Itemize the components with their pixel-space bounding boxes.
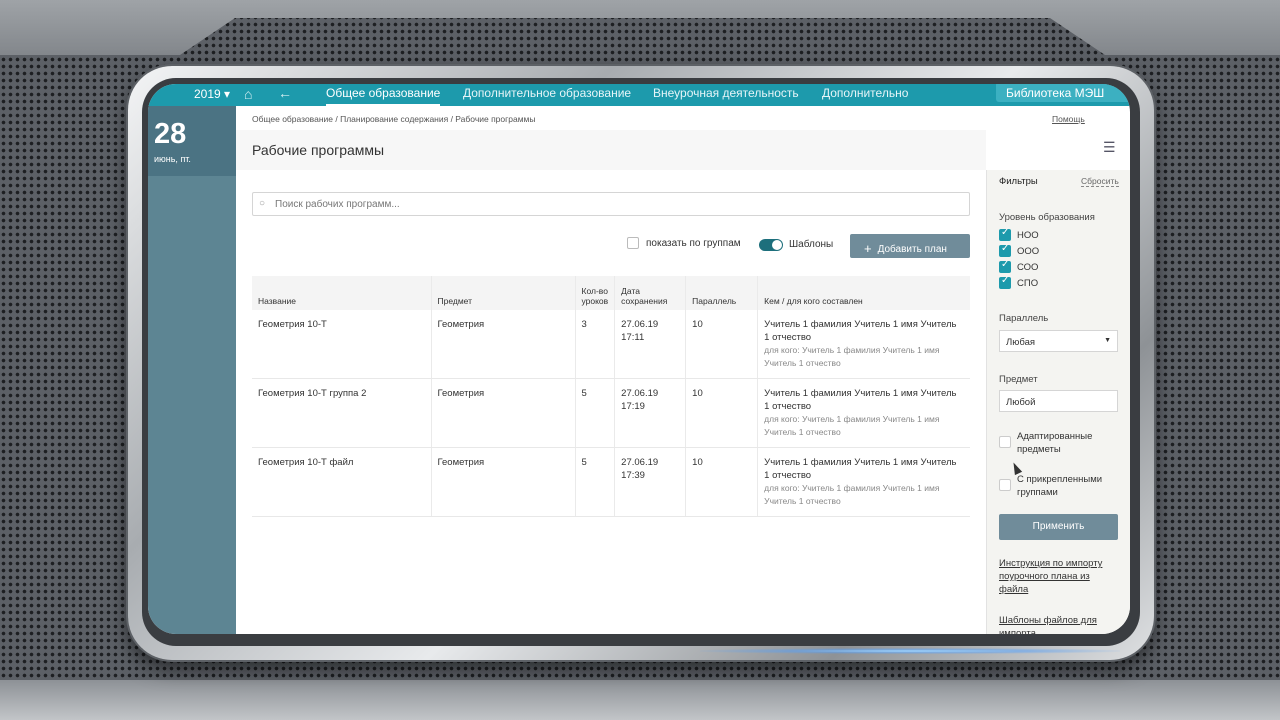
search-icon: ○ xyxy=(259,198,266,209)
row-for-text: для кого: Учитель 1 фамилия Учитель 1 им… xyxy=(764,345,940,368)
row-subject: Геометрия xyxy=(430,447,575,517)
row-parallel: 10 xyxy=(685,447,758,517)
library-button[interactable]: Библиотека МЭШ xyxy=(996,84,1130,102)
row-time-value: 17:19 xyxy=(621,401,645,412)
apply-button[interactable]: Применить xyxy=(999,514,1118,540)
col-subject[interactable]: Предмет xyxy=(430,276,575,310)
row-date: 27.06.19 17:11 xyxy=(614,310,686,379)
row-date: 27.06.19 17:39 xyxy=(614,447,686,517)
page-title: Рабочие программы xyxy=(252,142,385,158)
row-lessons: 5 xyxy=(574,378,615,448)
level-label-ooo: ООО xyxy=(1017,246,1040,257)
adapted-label: Адаптированные предметы xyxy=(1017,431,1093,455)
row-name[interactable]: Геометрия 10-Т xyxy=(252,310,431,379)
subject-value: Любой xyxy=(1006,397,1036,408)
row-author: Учитель 1 фамилия Учитель 1 имя Учитель … xyxy=(757,310,970,379)
table-row[interactable]: Геометрия 10-Т группа 2 Геометрия 5 27.0… xyxy=(252,378,970,448)
import-instruction-link[interactable]: Инструкция по импорту поурочного плана и… xyxy=(999,557,1119,596)
level-label: Уровень образования xyxy=(999,212,1095,223)
row-name[interactable]: Геометрия 10-Т файл xyxy=(252,447,431,517)
search-input[interactable]: ○ Поиск рабочих программ... xyxy=(252,192,970,216)
attached-checkbox[interactable] xyxy=(999,479,1011,491)
main-content: Общее образование / Планирование содержа… xyxy=(236,106,1085,634)
app-screen: 2019 ▾ ⌂ ← Общее образование Дополнитель… xyxy=(148,84,1130,634)
row-for-text: для кого: Учитель 1 фамилия Учитель 1 им… xyxy=(764,414,940,437)
tab-general-education[interactable]: Общее образование xyxy=(326,86,441,106)
level-label-soo: СОО xyxy=(1017,262,1039,273)
row-time-value: 17:39 xyxy=(621,470,645,481)
home-icon[interactable]: ⌂ xyxy=(244,86,252,102)
table-row[interactable]: Геометрия 10-Т файл Геометрия 5 27.06.19… xyxy=(252,447,970,517)
chevron-down-icon: ▼ xyxy=(1104,337,1111,344)
row-parallel: 10 xyxy=(685,310,758,379)
row-subject: Геометрия xyxy=(430,378,575,448)
row-author: Учитель 1 фамилия Учитель 1 имя Учитель … xyxy=(757,378,970,448)
filter-settings-icon[interactable]: ☰ xyxy=(1103,139,1116,156)
date-widget: 28 июнь, пт. xyxy=(148,106,236,176)
col-lessons[interactable]: Кол-во уроков xyxy=(574,276,615,310)
search-placeholder: Поиск рабочих программ... xyxy=(275,199,400,210)
left-sidebar xyxy=(148,106,236,634)
level-label-noo: НОО xyxy=(1017,230,1039,241)
parallel-select[interactable]: Любая ▼ xyxy=(999,330,1118,352)
reset-filters-link[interactable]: Сбросить xyxy=(1081,176,1119,187)
breadcrumb[interactable]: Общее образование / Планирование содержа… xyxy=(252,114,536,124)
attached-label: С прикрепленными группами xyxy=(1017,474,1103,498)
date-day: 28 xyxy=(154,118,187,150)
row-author: Учитель 1 фамилия Учитель 1 имя Учитель … xyxy=(757,447,970,517)
col-parallel[interactable]: Параллель xyxy=(685,276,758,310)
row-date-value: 27.06.19 xyxy=(621,457,659,468)
tab-additional[interactable]: Дополнительно xyxy=(822,86,908,100)
filters-panel: Фильтры Сбросить Уровень образования НОО… xyxy=(986,170,1130,634)
row-date-value: 27.06.19 xyxy=(621,319,659,330)
table-row[interactable]: Геометрия 10-Т Геометрия 3 27.06.19 17:11… xyxy=(252,310,970,379)
parallel-value: Любая xyxy=(1006,337,1036,348)
row-date: 27.06.19 17:19 xyxy=(614,378,686,448)
tab-additional-education[interactable]: Дополнительное образование xyxy=(463,86,631,100)
level-checkbox-ooo[interactable] xyxy=(999,243,1011,257)
adapted-checkbox[interactable] xyxy=(999,436,1011,448)
year-selector[interactable]: 2019 ▾ xyxy=(194,87,230,101)
group-checkbox[interactable] xyxy=(627,237,639,249)
level-checkbox-soo[interactable] xyxy=(999,259,1011,273)
help-link[interactable]: Помощь xyxy=(1052,114,1085,124)
row-lessons: 3 xyxy=(574,310,615,379)
subject-field[interactable]: Любой xyxy=(999,390,1118,412)
top-navigation: 2019 ▾ ⌂ ← Общее образование Дополнитель… xyxy=(148,84,1130,106)
subject-label: Предмет xyxy=(999,374,1038,385)
level-label-spo: СПО xyxy=(1017,278,1039,289)
col-author[interactable]: Кем / для кого составлен xyxy=(757,276,970,310)
row-parallel: 10 xyxy=(685,378,758,448)
col-date[interactable]: Дата сохранения xyxy=(614,276,686,310)
page-header: Рабочие программы xyxy=(236,130,986,170)
back-arrow-icon[interactable]: ← xyxy=(278,85,292,101)
row-date-value: 27.06.19 xyxy=(621,388,659,399)
import-templates-link[interactable]: Шаблоны файлов для импорта xyxy=(999,614,1119,634)
row-author-text: Учитель 1 фамилия Учитель 1 имя Учитель … xyxy=(764,388,957,412)
col-name[interactable]: Название xyxy=(252,276,431,310)
row-subject: Геометрия xyxy=(430,310,575,379)
date-weekday: июнь, пт. xyxy=(154,154,191,164)
templates-label: Шаблоны xyxy=(789,239,834,250)
row-time-value: 17:11 xyxy=(621,332,645,343)
parallel-label: Параллель xyxy=(999,313,1049,324)
row-for-text: для кого: Учитель 1 фамилия Учитель 1 им… xyxy=(764,483,940,506)
bottom-metal-plate xyxy=(0,680,1280,720)
filters-title: Фильтры xyxy=(999,176,1038,187)
plus-icon: + xyxy=(864,241,872,256)
programs-table: Название Предмет Кол-во уроков Дата сохр… xyxy=(252,276,970,517)
group-checkbox-label: показать по группам xyxy=(646,238,741,249)
row-name[interactable]: Геометрия 10-Т группа 2 xyxy=(252,378,431,448)
level-checkbox-noo[interactable] xyxy=(999,227,1011,241)
level-checkbox-spo[interactable] xyxy=(999,275,1011,289)
row-author-text: Учитель 1 фамилия Учитель 1 имя Учитель … xyxy=(764,319,957,343)
light-glow xyxy=(700,648,1120,654)
add-plan-label: Добавить план xyxy=(877,244,947,255)
tab-extracurricular[interactable]: Внеурочная деятельность xyxy=(653,86,799,100)
row-lessons: 5 xyxy=(574,447,615,517)
templates-toggle[interactable] xyxy=(759,239,783,251)
row-author-text: Учитель 1 фамилия Учитель 1 имя Учитель … xyxy=(764,457,957,481)
add-plan-button[interactable]: + Добавить план xyxy=(850,234,970,258)
